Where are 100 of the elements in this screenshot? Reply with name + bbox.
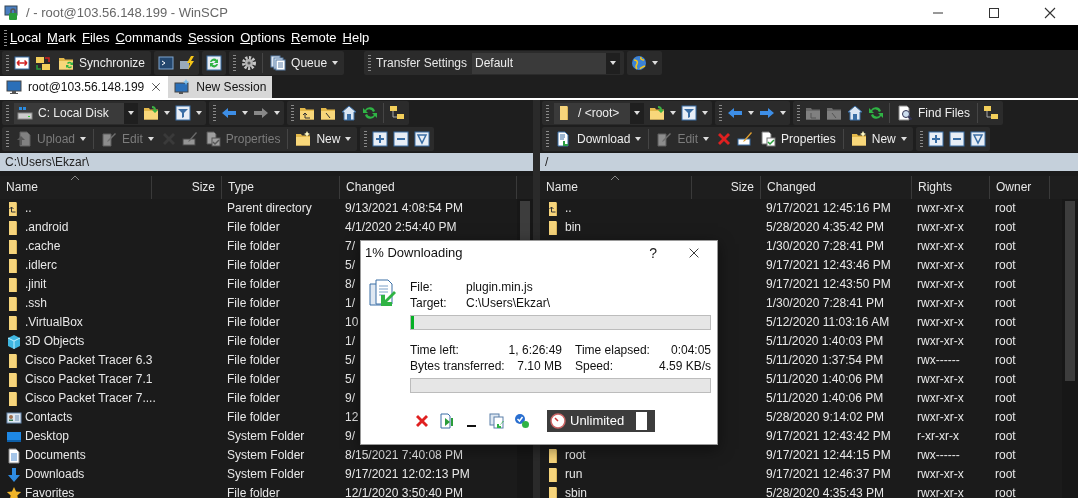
new-button[interactable]: New — [848, 128, 909, 150]
queue-icon[interactable] — [489, 413, 505, 429]
check-icon[interactable] — [514, 413, 530, 429]
file-name[interactable]: Cisco Packet Tracer 7.1 — [25, 370, 153, 389]
filter-icon[interactable] — [681, 105, 697, 121]
column-header[interactable]: Size — [191, 180, 215, 194]
file-name[interactable]: Favorites — [25, 484, 75, 498]
properties-button[interactable]: Properties — [758, 128, 838, 150]
caret-icon[interactable] — [345, 137, 352, 141]
file-name[interactable]: .android — [25, 218, 69, 237]
tree-icon[interactable] — [983, 105, 999, 121]
location-dropdown[interactable]: C: Local Disk — [14, 102, 138, 124]
column-header[interactable]: Name — [546, 180, 578, 194]
home-icon[interactable] — [341, 105, 357, 121]
toolbar-grip[interactable] — [213, 105, 216, 121]
select-icon[interactable] — [927, 131, 944, 147]
toolbar-grip[interactable] — [919, 131, 923, 147]
toolbar-grip[interactable] — [719, 105, 722, 121]
column-header[interactable]: Owner — [996, 180, 1032, 194]
menu-item[interactable]: Mark — [44, 27, 79, 48]
toolbar-grip[interactable] — [6, 131, 9, 147]
menu-item[interactable]: Options — [237, 27, 288, 48]
folders-icon[interactable] — [35, 55, 51, 71]
file-name[interactable]: .idlerc — [25, 256, 57, 275]
toolbar-grip[interactable] — [546, 131, 549, 147]
file-name[interactable]: sbin — [565, 484, 587, 498]
column-header[interactable]: Rights — [918, 180, 952, 194]
caret-icon[interactable] — [635, 137, 642, 141]
back-arrow-icon[interactable] — [727, 105, 743, 121]
menu-item[interactable]: Commands — [112, 27, 185, 48]
caret-icon[interactable] — [164, 111, 170, 115]
file-name[interactable]: .. — [565, 199, 572, 218]
file-name[interactable]: root — [565, 446, 586, 465]
toolbar-grip[interactable] — [291, 105, 294, 121]
caret-icon[interactable] — [780, 111, 786, 115]
folder-icon[interactable] — [649, 105, 665, 121]
file-name[interactable]: run — [565, 465, 583, 484]
file-name[interactable]: Documents — [25, 446, 86, 465]
refresh-icon[interactable] — [868, 105, 884, 121]
caret-icon[interactable] — [610, 61, 616, 65]
download-button[interactable]: Download — [554, 128, 644, 150]
folder-icon[interactable] — [143, 105, 159, 121]
caret-icon[interactable] — [652, 61, 658, 65]
skip-icon[interactable] — [439, 413, 455, 429]
cancel-icon[interactable] — [414, 413, 430, 429]
session-tab[interactable]: root@103.56.148.199 — [0, 76, 169, 98]
refresh-icon[interactable] — [362, 105, 378, 121]
tree-icon[interactable] — [389, 105, 405, 121]
filter-icon[interactable] — [175, 105, 191, 121]
column-header[interactable]: Changed — [346, 180, 395, 194]
close-icon[interactable] — [687, 246, 701, 260]
toolbar-grip[interactable] — [233, 55, 237, 71]
new-button[interactable]: New — [293, 128, 354, 150]
preset-dropdown[interactable]: Default — [472, 52, 620, 74]
file-name[interactable]: .jinit — [25, 275, 47, 294]
unselect-icon[interactable] — [948, 131, 965, 147]
menu-item[interactable]: Help — [339, 27, 373, 48]
toolbar-grip[interactable] — [546, 105, 549, 121]
file-name[interactable]: Contacts — [25, 408, 73, 427]
unselect-icon[interactable] — [393, 131, 410, 147]
toolbar-grip[interactable] — [4, 29, 7, 46]
toolbar-grip[interactable] — [6, 55, 9, 71]
menu-item[interactable]: Remote — [288, 27, 340, 48]
settings-icon[interactable] — [241, 55, 258, 71]
caret-icon[interactable] — [332, 61, 339, 65]
file-name[interactable]: 3D Objects — [25, 332, 85, 351]
path-bar[interactable]: C:\Users\Ekzar\ — [0, 153, 533, 171]
path-bar[interactable]: / — [540, 153, 1078, 171]
refresh-icon[interactable] — [206, 55, 223, 71]
help-button[interactable]: ? — [645, 242, 661, 264]
column-header[interactable]: Size — [730, 180, 754, 194]
sort-icon[interactable] — [70, 175, 80, 181]
back-arrow-icon[interactable] — [221, 105, 237, 121]
caret-icon[interactable] — [274, 111, 280, 115]
speed-limit-dropdown[interactable]: Unlimited — [547, 410, 655, 432]
caret-icon[interactable] — [670, 111, 676, 115]
select-icon[interactable] — [372, 131, 389, 147]
file-name[interactable]: Desktop — [25, 427, 70, 446]
menu-item[interactable]: Files — [79, 27, 113, 48]
caret-icon[interactable] — [748, 111, 754, 115]
file-name[interactable]: .. — [25, 199, 32, 218]
caret-icon[interactable] — [634, 111, 640, 115]
column-header[interactable]: Changed — [767, 180, 816, 194]
terminal-icon[interactable] — [158, 55, 175, 71]
forward-arrow-icon[interactable] — [253, 105, 269, 121]
file-name[interactable]: Cisco Packet Tracer 6.3 — [25, 351, 153, 370]
menu-item[interactable]: Local — [7, 27, 45, 48]
caret-icon[interactable] — [900, 137, 907, 141]
session-tab[interactable]: New Session — [168, 76, 273, 98]
forward-arrow-icon[interactable] — [759, 105, 775, 121]
toolbar-grip[interactable] — [6, 105, 9, 121]
scrollbar-thumb[interactable] — [1065, 201, 1075, 381]
root-folder-icon[interactable] — [320, 105, 336, 121]
rename-icon[interactable] — [737, 131, 754, 147]
toolbar-grip[interactable] — [368, 55, 372, 71]
file-name[interactable]: Cisco Packet Tracer 7.... — [25, 389, 156, 408]
column-header[interactable]: Type — [228, 180, 254, 194]
compare-icon[interactable] — [14, 55, 30, 71]
file-name[interactable]: bin — [565, 218, 581, 237]
sort-icon[interactable] — [610, 175, 620, 181]
